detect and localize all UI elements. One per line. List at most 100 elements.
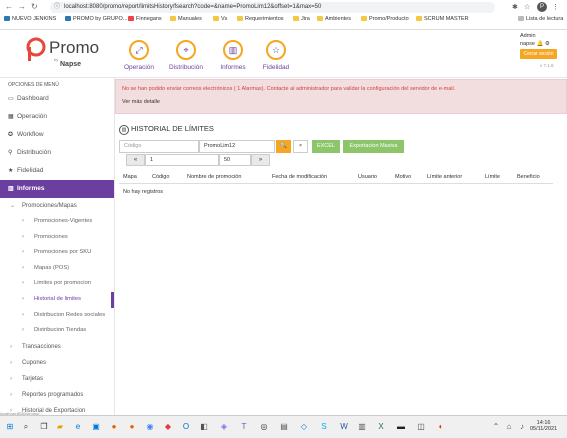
bookmark-promo-producto[interactable]: Promo/Producto xyxy=(361,16,409,22)
teams-icon[interactable]: T xyxy=(238,421,250,433)
nav-fidelidad[interactable]: ☆ Fidelidad xyxy=(256,40,296,71)
bookmark-manuales[interactable]: Manuales xyxy=(170,16,202,22)
column-header[interactable]: Nombre de promoción xyxy=(187,174,241,180)
bookmark-jira[interactable]: Jira xyxy=(293,16,310,22)
column-header[interactable]: Usuario xyxy=(358,174,377,180)
reading-list[interactable]: Lista de lectura xyxy=(518,16,563,22)
column-header[interactable]: Código xyxy=(152,174,169,180)
search-button[interactable]: 🔍 xyxy=(276,140,291,153)
app-icon[interactable]: ▥ xyxy=(356,421,368,433)
nav-informes[interactable]: ▥ Informes xyxy=(213,40,253,71)
reload-icon[interactable]: ↻ xyxy=(31,2,38,11)
sidebar-sub-cupones[interactable]: › Cupones xyxy=(0,355,114,371)
bookmark-requerimientos[interactable]: Requerimientos xyxy=(237,16,284,22)
app-icon[interactable]: ◎ xyxy=(258,421,270,433)
sidebar-sub-promociones-mapas[interactable]: ⌄ Promociones/Mapas xyxy=(0,198,114,214)
sidebar-sub-item[interactable]: › Mapas (POS) xyxy=(0,261,114,277)
last-page-button[interactable]: » xyxy=(251,154,270,166)
app-icon[interactable]: ◧ xyxy=(198,421,210,433)
column-header[interactable]: Beneficio xyxy=(517,174,540,180)
sidebar-sub-item[interactable]: › Promociones xyxy=(0,230,114,246)
search-icon[interactable]: ⌕ xyxy=(20,421,32,433)
user-sub[interactable]: napse 🔔 ⚙ xyxy=(520,41,550,47)
sidebar-sub-item[interactable]: › Promociones-Vigentes xyxy=(0,214,114,230)
star-icon[interactable]: ☆ xyxy=(524,3,530,11)
network-icon[interactable]: ⌂ xyxy=(503,421,515,433)
extensions-icon[interactable]: ✱ xyxy=(512,3,518,11)
column-header[interactable]: Fecha de modificación xyxy=(272,174,327,180)
vscode-icon[interactable]: ◇ xyxy=(298,421,310,433)
sidebar-item-workflow[interactable]: ✪ Workflow xyxy=(0,126,114,144)
word-icon[interactable]: W xyxy=(338,421,350,433)
tray-chevron-icon[interactable]: ⌃ xyxy=(490,421,502,433)
column-header[interactable]: Mapa xyxy=(123,174,137,180)
edge-icon[interactable]: e xyxy=(72,421,84,433)
bookmarks-bar: NUEVO JENKINS PROMO by GRUPO... Finnegan… xyxy=(0,15,567,27)
bookmark-finnegans[interactable]: Finnegans xyxy=(128,16,162,22)
excel-button[interactable]: EXCEL xyxy=(312,140,340,153)
clock[interactable]: 14:16 05/11/2021 xyxy=(530,420,557,432)
chrome-icon[interactable]: ◉ xyxy=(144,421,156,433)
bookmark-promo[interactable]: PROMO by GRUPO... xyxy=(65,16,127,22)
column-header[interactable]: Límite xyxy=(485,174,500,180)
bookmark-scrum[interactable]: SCRUM MASTER xyxy=(416,16,469,22)
export-button[interactable]: Exportacion Masiva xyxy=(343,140,404,153)
sidebar-sub-item[interactable]: › Distribucion Redes sociales xyxy=(0,308,114,324)
app-icon[interactable]: ◫ xyxy=(415,421,427,433)
firefox-icon[interactable]: ● xyxy=(108,421,120,433)
skype-icon[interactable]: S xyxy=(318,421,330,433)
outlook-icon[interactable]: O xyxy=(180,421,192,433)
app-icon[interactable]: ◆ xyxy=(162,421,174,433)
star-icon: ★ xyxy=(8,168,14,174)
profile-avatar[interactable]: P xyxy=(537,2,547,12)
bookmark-ambientes[interactable]: Ambientes xyxy=(317,16,351,22)
app-icon[interactable]: ▤ xyxy=(278,421,290,433)
sidebar-sub-item[interactable]: › Distribucion Tiendas xyxy=(0,323,114,339)
task-view-icon[interactable]: ❐ xyxy=(38,421,50,433)
page-input[interactable]: 1 xyxy=(145,154,219,166)
terminal-icon[interactable]: ▬ xyxy=(395,421,407,433)
bookmark-vs[interactable]: Vs xyxy=(213,16,227,22)
name-input[interactable]: PromoLim12 xyxy=(199,140,275,153)
sidebar-sub-reportes[interactable]: › Reportes programados xyxy=(0,387,114,403)
sidebar-item-informes[interactable]: ▥ Informes xyxy=(0,180,114,198)
nav-operacion[interactable]: ⤢ Operación xyxy=(119,40,159,71)
page-size-input[interactable]: 50 xyxy=(219,154,251,166)
sidebar-item-distribucion[interactable]: ⚲ Distribución xyxy=(0,144,114,162)
menu-icon[interactable]: ⋮ xyxy=(552,3,559,11)
alert-more-link[interactable]: Ver más detalle xyxy=(122,99,160,105)
column-header[interactable]: Límite anterior xyxy=(427,174,462,180)
address-bar[interactable]: ⓘ localhost:8080/promo/report/limitsHist… xyxy=(50,2,495,13)
sidebar-item-operacion[interactable]: ▦ Operación xyxy=(0,108,114,126)
volume-icon[interactable]: ♪ xyxy=(516,421,528,433)
sidebar-sub-item[interactable]: › Promociones por SKU xyxy=(0,245,114,261)
sidebar: OPCIONES DE MENÚ ▭ Dashboard ▦ Operación ✪… xyxy=(0,78,115,415)
sidebar-sub-tarjetas[interactable]: › Tarjetas xyxy=(0,371,114,387)
first-page-button[interactable]: « xyxy=(126,154,145,166)
folder-icon[interactable]: ▰ xyxy=(54,421,66,433)
sidebar-item-fidelidad[interactable]: ★ Fidelidad xyxy=(0,162,114,180)
excel-icon[interactable]: X xyxy=(375,421,387,433)
back-icon[interactable]: ← xyxy=(5,2,13,11)
app-icon[interactable]: ◈ xyxy=(218,421,230,433)
clear-button[interactable]: × xyxy=(293,140,308,153)
chevron-right-icon: › xyxy=(10,375,12,382)
user-name: Admin xyxy=(520,33,536,39)
firefox-dev-icon[interactable]: ● xyxy=(126,421,138,433)
location-icon: ⚲ xyxy=(8,150,13,156)
windows-start-icon[interactable]: ⊞ xyxy=(4,421,16,433)
nav-distribucion[interactable]: ⌖ Distribución xyxy=(166,40,206,71)
chevron-right-icon: › xyxy=(22,264,24,271)
store-icon[interactable]: ▣ xyxy=(90,421,102,433)
sidebar-sub-transacciones[interactable]: › Transacciones xyxy=(0,339,114,355)
column-header[interactable]: Motivo xyxy=(395,174,411,180)
sidebar-sub-item[interactable]: › Limites por promocion xyxy=(0,276,114,292)
forward-icon[interactable]: → xyxy=(18,2,26,11)
app-icon[interactable]: ◐ xyxy=(435,421,447,433)
operation-icon: ⤢ xyxy=(129,40,149,60)
sidebar-sub-item-selected[interactable]: › Historial de limites xyxy=(0,291,114,308)
logout-button[interactable]: Cerrar sesión xyxy=(520,49,557,59)
sidebar-item-dashboard[interactable]: ▭ Dashboard xyxy=(0,90,114,108)
code-input[interactable]: Código xyxy=(119,140,199,153)
bookmark-jenkins[interactable]: NUEVO JENKINS xyxy=(4,16,56,22)
